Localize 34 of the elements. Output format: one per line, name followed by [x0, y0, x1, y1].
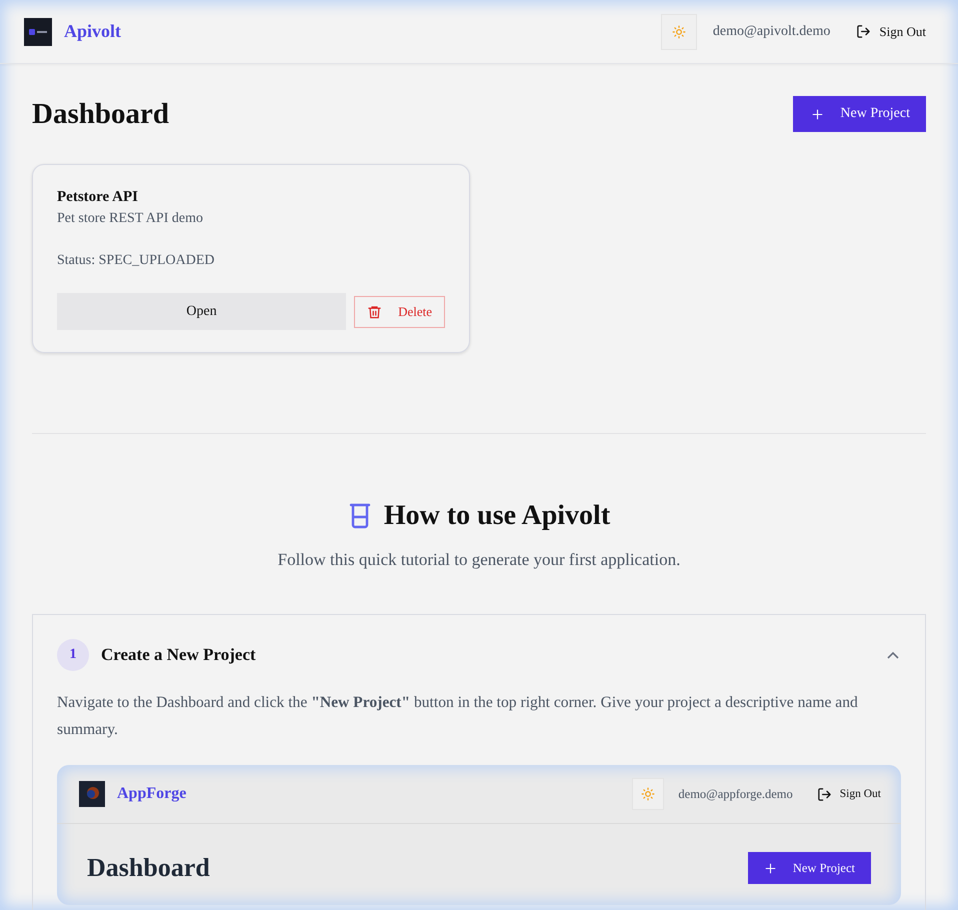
plus-icon — [811, 108, 824, 120]
page-title: Dashboard — [32, 98, 169, 130]
step-description: Navigate to the Dashboard and click the "New Project" button in the top right corner. Give your project a descriptive name and summary. — [57, 693, 859, 740]
tutorial-title: How to use Apivolt — [384, 500, 610, 532]
trash-icon — [367, 304, 382, 320]
sign-out-icon — [816, 786, 832, 802]
user-email: demo@appforge.demo — [678, 786, 793, 802]
project-name: Petstore API — [57, 189, 139, 206]
project-description: Pet store REST API demo — [57, 211, 204, 227]
brand-link[interactable]: AppForge — [117, 785, 186, 803]
logo-icon — [24, 18, 52, 46]
step-number: 1 — [57, 639, 89, 671]
new-project-button[interactable]: New Project — [748, 852, 871, 884]
theme-toggle-button[interactable] — [660, 14, 697, 50]
chevron-up-icon — [887, 651, 899, 659]
plus-icon — [764, 862, 777, 874]
sun-icon — [641, 787, 656, 801]
new-project-button[interactable]: New Project — [793, 96, 926, 132]
brand-link[interactable]: Apivolt — [64, 21, 122, 42]
beaker-icon — [348, 503, 372, 529]
delete-button[interactable]: Delete — [354, 296, 445, 328]
sign-out-button[interactable]: Sign Out — [846, 24, 926, 40]
step-header[interactable]: 1 Create a New Project — [57, 615, 901, 671]
logo-icon — [79, 781, 105, 807]
sign-out-button[interactable]: Sign Out — [806, 786, 881, 802]
tutorial-subtitle: Follow this quick tutorial to generate your first application. — [276, 550, 682, 570]
sun-icon — [672, 24, 686, 38]
project-status: Status: SPEC_UPLOADED — [57, 253, 216, 269]
open-button[interactable]: Open — [57, 293, 346, 330]
page-title: Dashboard — [87, 852, 210, 884]
user-email: demo@apivolt.demo — [712, 24, 830, 40]
theme-toggle-button[interactable] — [632, 778, 664, 810]
sign-out-icon — [856, 24, 872, 39]
step-title: Create a New Project — [101, 645, 257, 665]
